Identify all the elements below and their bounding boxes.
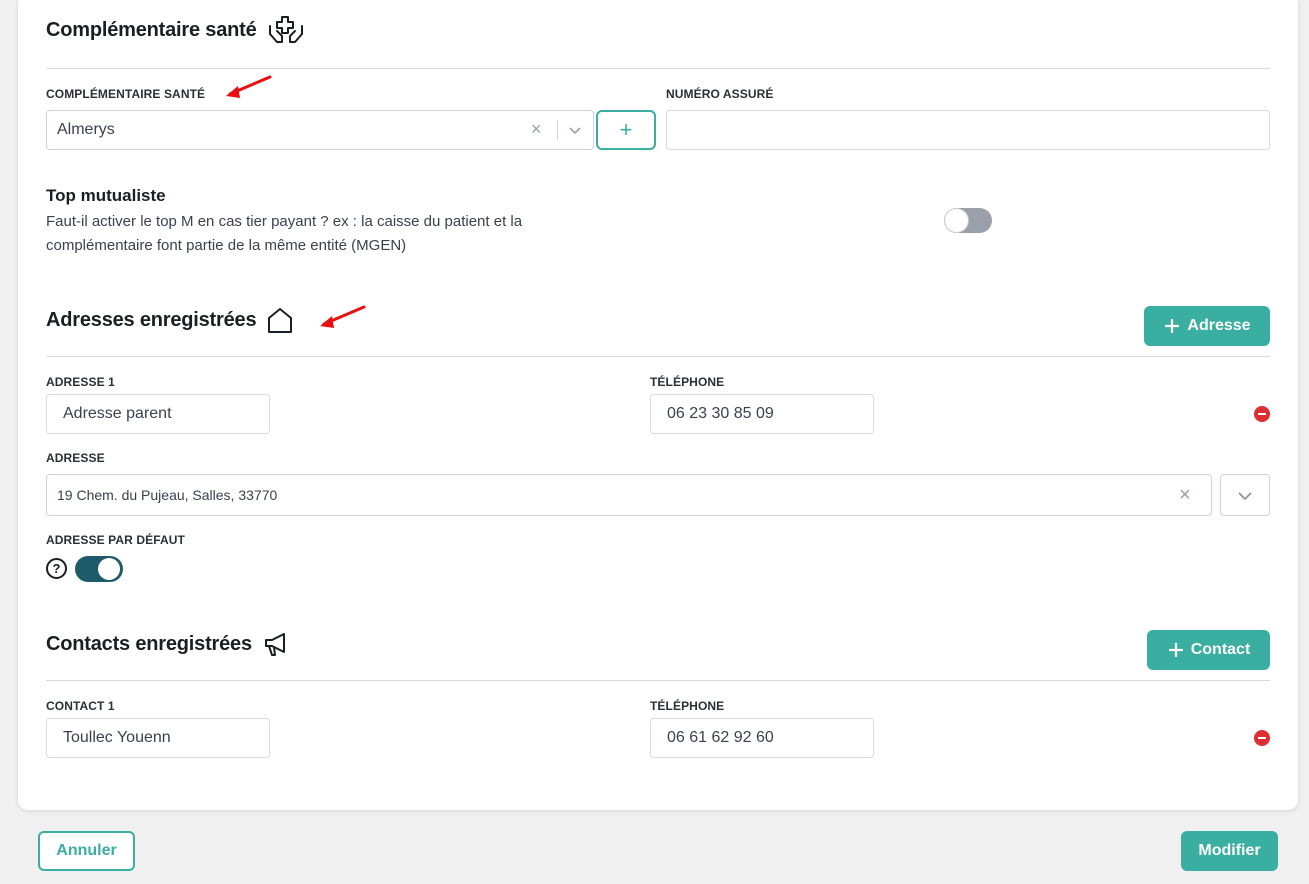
default-address-label: ADRESSE PAR DÉFAUT [46,533,185,547]
contacts-section-title: Contacts enregistrées [46,630,290,658]
contact-phone-input[interactable]: 06 61 62 92 60 [650,718,874,758]
address-name-label: ADRESSE 1 [46,375,115,389]
annotation-arrow-icon [226,75,272,98]
insured-number-input[interactable] [666,110,1270,150]
cancel-button[interactable]: Annuler [38,831,135,871]
megaphone-icon [264,633,285,656]
address-field-label: ADRESSE [46,451,105,465]
address-clear-icon[interactable]: × [1179,484,1191,507]
help-icon[interactable]: ? [46,558,67,579]
top-mutualiste-title: Top mutualiste [46,186,166,205]
contact-name-label: CONTACT 1 [46,699,115,713]
insurer-select-separator [557,120,558,140]
toggle-knob [945,209,968,232]
top-mutualiste-description-1: Faut-il activer le top M en cas tier pay… [46,213,523,230]
annotation-arrow-icon [320,305,366,328]
house-icon [268,308,293,333]
hands-medical-icon [268,16,303,43]
default-address-toggle[interactable] [75,556,123,582]
add-address-button[interactable]: Adresse [1144,306,1270,346]
chevron-down-icon[interactable] [567,122,583,138]
insurer-select[interactable]: Almerys × [46,110,594,150]
contact-phone-label: TÉLÉPHONE [650,699,725,713]
contact-name-input[interactable]: Toullec Youenn [46,718,270,758]
top-mutualiste-description-2: complémentaire font partie de la même en… [46,237,407,254]
top-mutualiste-toggle[interactable] [944,208,992,233]
address-dropdown-button[interactable] [1220,474,1270,516]
health-section-title: Complémentaire santé [46,14,305,46]
submit-button[interactable]: Modifier [1181,831,1278,871]
add-contact-button[interactable]: Contact [1147,630,1270,670]
health-divider [46,68,1270,69]
insurer-clear-icon[interactable]: × [531,119,542,140]
add-insurer-button[interactable]: + [596,110,656,150]
contacts-divider [46,680,1270,681]
address-phone-input[interactable]: 06 23 30 85 09 [650,394,874,434]
remove-address-icon[interactable] [1254,406,1270,422]
address-phone-label: TÉLÉPHONE [650,375,725,389]
chevron-down-icon [1238,492,1252,501]
address-name-input[interactable]: Adresse parent [46,394,270,434]
plus-icon [1168,643,1183,657]
insurer-label: COMPLÉMENTAIRE SANTÉ [46,87,206,101]
form-card: Complémentaire santé COMPLÉMENTAIRE SANT… [18,0,1298,810]
insured-number-label: NUMÉRO ASSURÉ [666,87,774,101]
addresses-section-title: Adresses enregistrées [46,306,294,334]
addresses-divider [46,356,1270,357]
remove-contact-icon[interactable] [1254,730,1270,746]
address-autocomplete-input[interactable]: 19 Chem. du Pujeau, Salles, 33770 × [46,474,1212,516]
insurer-select-value: Almerys [57,121,115,138]
toggle-knob [98,558,120,580]
address-value: 19 Chem. du Pujeau, Salles, 33770 [57,487,278,503]
plus-icon [1165,319,1180,333]
